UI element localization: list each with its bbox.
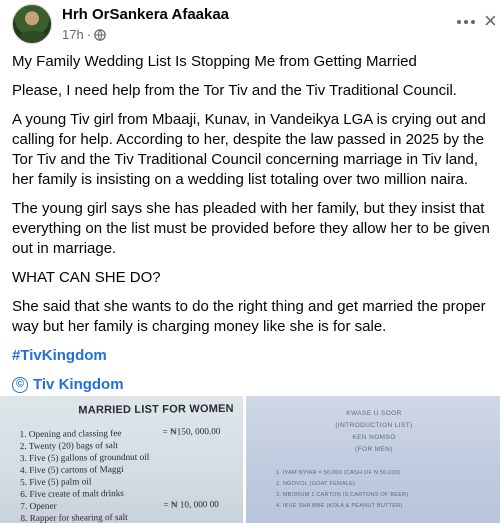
- post-text: My Family Wedding List Is Stopping Me fr…: [12, 52, 492, 395]
- more-dot: [471, 20, 475, 24]
- copyright-icon: ©: [12, 377, 28, 393]
- document-heading: KWASE U SOOR: [346, 410, 402, 417]
- document-heading: KEN NOMSO: [352, 434, 396, 441]
- list-item: 8. Rapper for shearing of salt: [20, 511, 128, 523]
- document-title: MARRIED LIST FOR WOMEN: [78, 402, 234, 417]
- list-item: 6. Five create of malt drinks: [20, 487, 124, 500]
- list-row: 4. IKUE SHA MBE (KOLA & PEANUT BUTTER): [276, 503, 403, 509]
- list-item: 2. Twenty (20) bags of salt: [19, 440, 119, 452]
- close-icon[interactable]: ×: [484, 10, 500, 34]
- post-photos: MARRIED LIST FOR WOMEN 1. Opening and cl…: [0, 396, 500, 523]
- document-introduction-list: KWASE U SOOR (INTRODUCTION LIST) KEN NOM…: [254, 410, 494, 523]
- photo-wedding-list[interactable]: MARRIED LIST FOR WOMEN 1. Opening and cl…: [0, 396, 243, 523]
- list-row: 3. MBORUM 1 CARTON IS CARTONS OF BEER): [276, 492, 409, 498]
- document-heading: (INTRODUCTION LIST): [335, 422, 413, 429]
- list-item: 4. Five (5) cartons of Maggi: [19, 463, 124, 476]
- hashtag-link[interactable]: #TivKingdom: [12, 347, 107, 364]
- more-dot: [457, 20, 461, 24]
- more-dot: [464, 20, 468, 24]
- list-item: 5. Five (5) palm oil: [20, 476, 92, 488]
- meta-separator: ·: [86, 27, 92, 42]
- post-paragraph: Please, I need help from the Tor Tiv and…: [12, 82, 457, 99]
- document-married-list: MARRIED LIST FOR WOMEN 1. Opening and cl…: [5, 401, 238, 523]
- post-meta: 17h ·: [62, 27, 106, 42]
- page-mention-link[interactable]: © Tiv Kingdom: [12, 375, 492, 395]
- more-options-button[interactable]: [454, 10, 478, 34]
- document-heading: (FOR MEN): [355, 446, 393, 453]
- post-time[interactable]: 17h: [62, 27, 84, 42]
- photo-introduction-list[interactable]: KWASE U SOOR (INTRODUCTION LIST) KEN NOM…: [246, 396, 500, 523]
- post-header: Hrh OrSankera Afaakaa 17h · ×: [0, 0, 500, 48]
- list-item: 3. Five (5) gallons of groundnut oil: [19, 451, 150, 464]
- mention-label: Tiv Kingdom: [33, 376, 124, 393]
- author-avatar[interactable]: [12, 4, 52, 44]
- list-row: 2. NGOVOL (GOAT FEMALE): [276, 481, 356, 487]
- post-paragraph: She said that she wants to do the right …: [12, 298, 486, 335]
- list-row: 1. IYAM NYIAR = 50,000 (CASH OF N 50,000…: [276, 470, 401, 476]
- list-item: 7. Opener: [20, 500, 57, 512]
- post-question: WHAT CAN SHE DO?: [12, 269, 161, 286]
- post-paragraph: The young girl says she has pleaded with…: [12, 200, 490, 257]
- globe-icon: [94, 28, 106, 41]
- list-amount: = ₦ 10, 000 00: [163, 498, 219, 510]
- list-amount: = ₦150, 000.00: [162, 425, 221, 437]
- author-name[interactable]: Hrh OrSankera Afaakaa: [62, 6, 229, 23]
- list-item: 1. Opening and classing fee: [19, 428, 122, 440]
- post-paragraph: A young Tiv girl from Mbaaji, Kunav, in …: [12, 111, 486, 188]
- post-title: My Family Wedding List Is Stopping Me fr…: [12, 53, 417, 70]
